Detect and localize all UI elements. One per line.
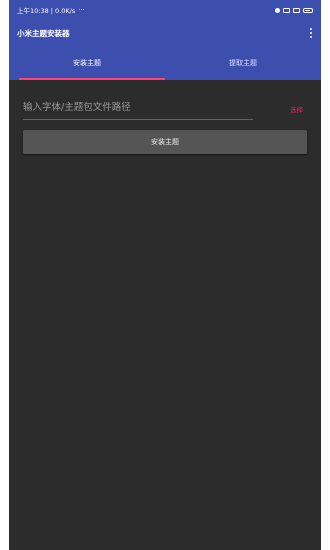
install-theme-button[interactable]: 安装主题 xyxy=(23,130,307,154)
status-extra-icons: ··· xyxy=(78,6,85,14)
install-panel: 选择 安装主题 xyxy=(9,80,321,154)
path-input-row: 选择 xyxy=(23,98,307,120)
tab-install-theme-label: 安装主题 xyxy=(73,59,101,67)
select-file-button[interactable]: 选择 xyxy=(290,104,303,114)
tab-extract-theme[interactable]: 提取主题 xyxy=(165,46,321,80)
battery-icon xyxy=(303,7,313,13)
tab-extract-theme-label: 提取主题 xyxy=(229,59,257,67)
more-vert-icon[interactable] xyxy=(307,26,316,41)
status-time: 上午10:38 | 0.0K/s xyxy=(17,7,76,15)
signal-icon xyxy=(283,7,290,13)
wifi-icon xyxy=(293,7,300,13)
tab-bar: 安装主题 提取主题 xyxy=(9,46,321,80)
status-bar: 上午10:38 | 0.0K/s ··· xyxy=(9,0,321,20)
tab-install-theme[interactable]: 安装主题 xyxy=(9,46,165,80)
status-left: 上午10:38 | 0.0K/s ··· xyxy=(17,5,84,15)
phone-screen: 上午10:38 | 0.0K/s ··· 小米主题安装器 安装主题 提取主题 选… xyxy=(9,0,321,550)
app-title: 小米主题安装器 xyxy=(17,28,70,38)
app-bar: 小米主题安装器 xyxy=(9,20,321,46)
theme-path-input[interactable] xyxy=(23,98,253,120)
status-right xyxy=(275,7,313,13)
notification-icon xyxy=(275,7,280,13)
